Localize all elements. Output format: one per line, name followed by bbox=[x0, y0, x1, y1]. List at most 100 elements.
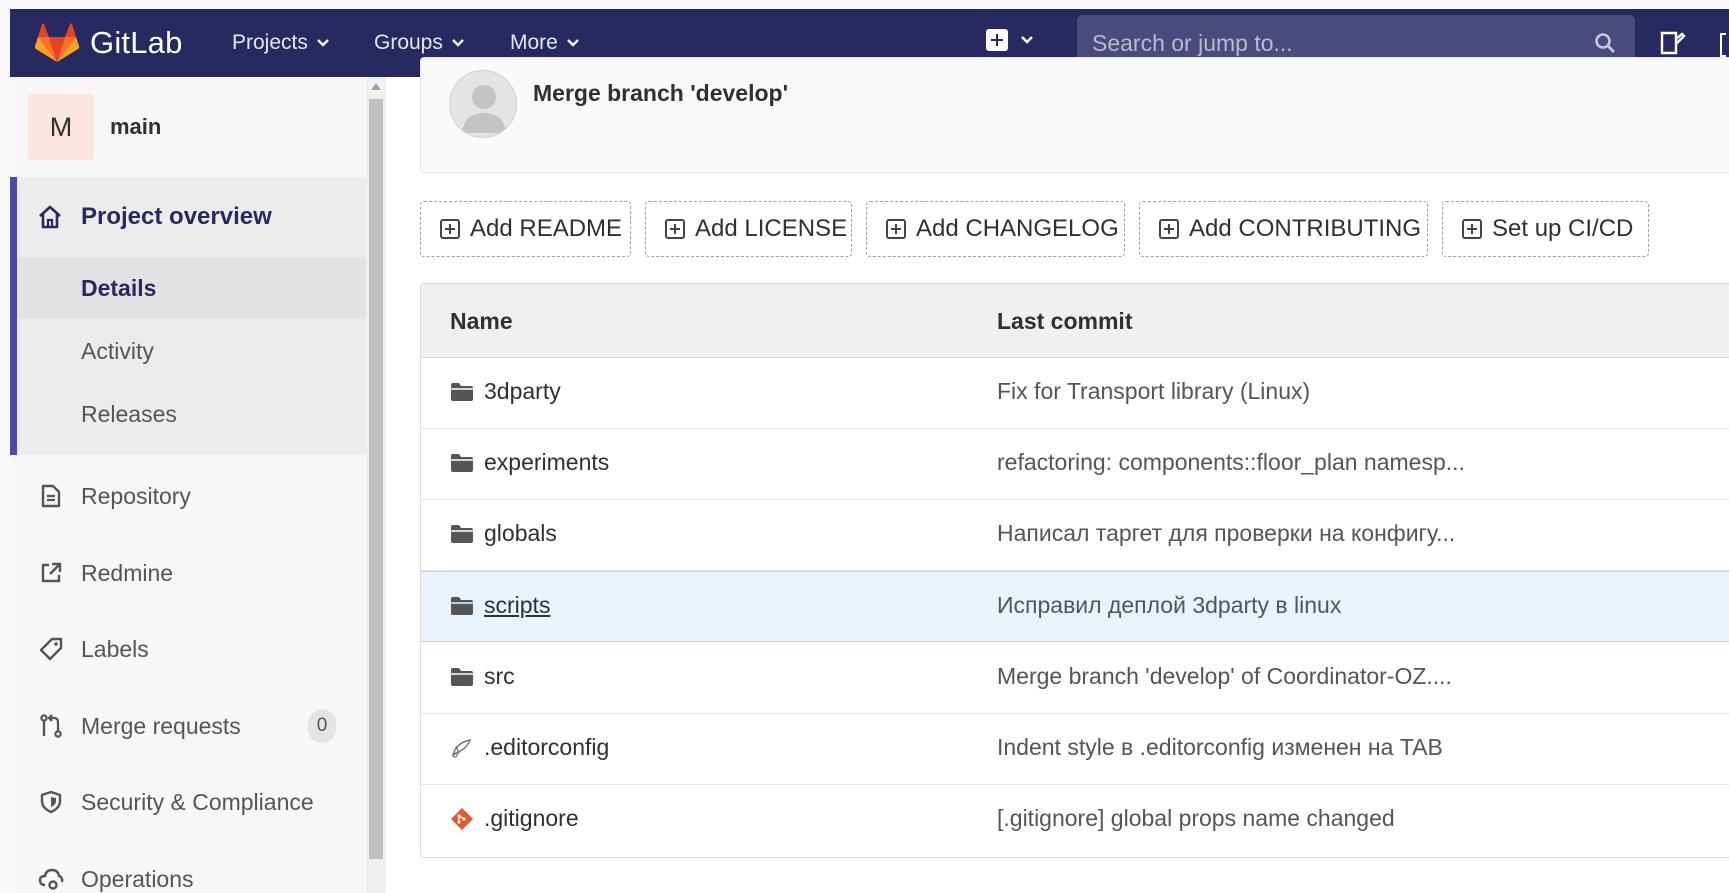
plus-square-icon bbox=[886, 219, 906, 239]
plus-square-icon bbox=[986, 29, 1008, 51]
merge-requests-count-badge: 0 bbox=[308, 709, 336, 743]
window-frame-left bbox=[0, 0, 10, 893]
editorconfig-file-icon bbox=[451, 738, 472, 758]
last-commit-panel: Merge branch 'develop' bbox=[420, 57, 1729, 173]
chevron-down-icon bbox=[1021, 36, 1033, 44]
folder-icon bbox=[451, 454, 473, 472]
file-name-link[interactable]: scripts bbox=[484, 592, 550, 619]
table-row[interactable]: src Merge branch 'develop' of Coordinato… bbox=[421, 643, 1729, 714]
scrollbar-thumb[interactable] bbox=[369, 99, 383, 859]
button-label: Add CONTRIBUTING bbox=[1189, 215, 1422, 242]
file-name-link[interactable]: .editorconfig bbox=[484, 734, 609, 761]
cloud-gear-icon bbox=[38, 868, 64, 890]
add-contributing-button[interactable]: Add CONTRIBUTING bbox=[1139, 201, 1428, 257]
folder-icon bbox=[451, 668, 473, 686]
tree-header-row: Name Last commit bbox=[421, 284, 1729, 358]
sidebar-item-labels[interactable]: Labels bbox=[10, 619, 366, 679]
projects-menu-label: Projects bbox=[232, 31, 308, 54]
folder-icon bbox=[451, 597, 473, 615]
folder-icon bbox=[451, 525, 473, 543]
sidebar-item-label: Labels bbox=[81, 635, 149, 662]
table-row[interactable]: .editorconfig Indent style в .editorconf… bbox=[421, 714, 1729, 785]
label-icon bbox=[39, 637, 63, 661]
issues-icon[interactable] bbox=[1720, 33, 1726, 57]
search-placeholder: Search or jump to... bbox=[1092, 29, 1293, 56]
file-name-link[interactable]: experiments bbox=[484, 449, 609, 476]
sidebar-item-operations[interactable]: Operations bbox=[10, 849, 366, 893]
shield-icon bbox=[40, 790, 62, 814]
project-sidebar: M main Project overview Details Activity… bbox=[10, 77, 366, 893]
commit-message-link[interactable]: Fix for Transport library (Linux) bbox=[997, 378, 1310, 405]
user-silhouette-icon bbox=[462, 85, 506, 133]
groups-menu-label: Groups bbox=[374, 31, 443, 54]
sidebar-subitem-label: Activity bbox=[81, 337, 154, 364]
window-frame-top bbox=[0, 0, 1729, 9]
merge-request-icon bbox=[40, 714, 62, 738]
table-row-hovered[interactable]: scripts Исправил деплой 3dparty в linux bbox=[421, 571, 1729, 642]
commit-message-link[interactable]: Исправил деплой 3dparty в linux bbox=[997, 592, 1341, 619]
sidebar-item-merge-requests[interactable]: Merge requests 0 bbox=[10, 696, 366, 756]
table-row[interactable]: experiments refactoring: components::flo… bbox=[421, 429, 1729, 500]
folder-icon bbox=[451, 383, 473, 401]
commit-author-avatar[interactable] bbox=[449, 70, 517, 138]
button-label: Add CHANGELOG bbox=[916, 215, 1119, 242]
sidebar-subitem-details[interactable]: Details bbox=[17, 257, 366, 319]
add-changelog-button[interactable]: Add CHANGELOG bbox=[866, 201, 1125, 257]
commit-message-link[interactable]: Написал таргет для проверки на конфигу..… bbox=[997, 520, 1455, 547]
document-icon bbox=[41, 484, 61, 508]
git-file-icon bbox=[451, 808, 473, 830]
sidebar-item-label: Merge requests bbox=[81, 712, 241, 739]
plus-square-icon bbox=[1159, 219, 1179, 239]
plus-square-icon bbox=[440, 219, 460, 239]
more-menu-label: More bbox=[510, 31, 558, 54]
sidebar-item-repository[interactable]: Repository bbox=[10, 466, 366, 526]
button-label: Set up CI/CD bbox=[1492, 215, 1634, 242]
commit-message-link[interactable]: Merge branch 'develop' of Coordinator-OZ… bbox=[997, 663, 1452, 690]
sidebar-item-label: Operations bbox=[81, 865, 194, 892]
projects-menu[interactable]: Projects bbox=[232, 9, 330, 77]
sidebar-item-redmine[interactable]: Redmine bbox=[10, 543, 366, 603]
table-row[interactable]: globals Написал таргет для проверки на к… bbox=[421, 500, 1729, 571]
sidebar-item-security-compliance[interactable]: Security & Compliance bbox=[10, 772, 366, 832]
button-label: Add LICENSE bbox=[695, 215, 848, 242]
sidebar-project-header[interactable]: M main bbox=[10, 77, 366, 177]
plus-square-icon bbox=[1462, 219, 1482, 239]
sidebar-item-project-overview[interactable]: Project overview bbox=[17, 177, 366, 257]
column-header-last-commit: Last commit bbox=[997, 308, 1133, 334]
new-item-dropdown[interactable] bbox=[986, 29, 1034, 51]
search-icon bbox=[1595, 33, 1615, 53]
add-readme-button[interactable]: Add README bbox=[420, 201, 631, 257]
sidebar-item-label: Repository bbox=[81, 482, 191, 509]
scroll-up-arrow-icon[interactable] bbox=[371, 83, 381, 90]
commit-message-link[interactable]: Indent style в .editorconfig изменен на … bbox=[997, 734, 1443, 761]
file-name-link[interactable]: 3dparty bbox=[484, 378, 561, 405]
sidebar-item-label: Security & Compliance bbox=[81, 788, 314, 815]
table-row[interactable]: 3dparty Fix for Transport library (Linux… bbox=[421, 358, 1729, 429]
sidebar-subitem-releases[interactable]: Releases bbox=[17, 383, 366, 445]
chevron-down-icon bbox=[317, 39, 329, 47]
setup-cicd-button[interactable]: Set up CI/CD bbox=[1442, 201, 1649, 257]
gitlab-home-link[interactable]: GitLab bbox=[34, 9, 183, 77]
sidebar-subitem-label: Releases bbox=[81, 400, 177, 427]
home-icon bbox=[39, 205, 61, 229]
chevron-down-icon bbox=[567, 39, 579, 47]
sidebar-section-overview: Project overview Details Activity Releas… bbox=[10, 177, 366, 455]
sidebar-subitem-label: Details bbox=[81, 274, 157, 301]
chevron-down-icon bbox=[452, 39, 464, 47]
button-label: Add README bbox=[470, 215, 623, 242]
todo-icon[interactable] bbox=[1658, 29, 1686, 57]
commit-message-link[interactable]: [.gitignore] global props name changed bbox=[997, 805, 1395, 832]
table-row[interactable]: .gitignore [.gitignore] global props nam… bbox=[421, 785, 1729, 856]
sidebar-scrollbar[interactable] bbox=[366, 77, 386, 893]
file-name-link[interactable]: src bbox=[484, 663, 515, 690]
file-name-link[interactable]: .gitignore bbox=[484, 805, 579, 832]
sidebar-item-label: Project overview bbox=[81, 203, 272, 230]
add-license-button[interactable]: Add LICENSE bbox=[645, 201, 852, 257]
file-name-link[interactable]: globals bbox=[484, 520, 557, 547]
commit-message-link[interactable]: refactoring: components::floor_plan name… bbox=[997, 449, 1465, 476]
commit-title-link[interactable]: Merge branch 'develop' bbox=[533, 80, 788, 107]
brand-name: GitLab bbox=[90, 25, 183, 60]
repository-file-tree: Name Last commit 3dparty Fix for Transpo… bbox=[420, 283, 1729, 858]
sidebar-subitem-activity[interactable]: Activity bbox=[17, 320, 366, 382]
plus-square-icon bbox=[665, 219, 685, 239]
